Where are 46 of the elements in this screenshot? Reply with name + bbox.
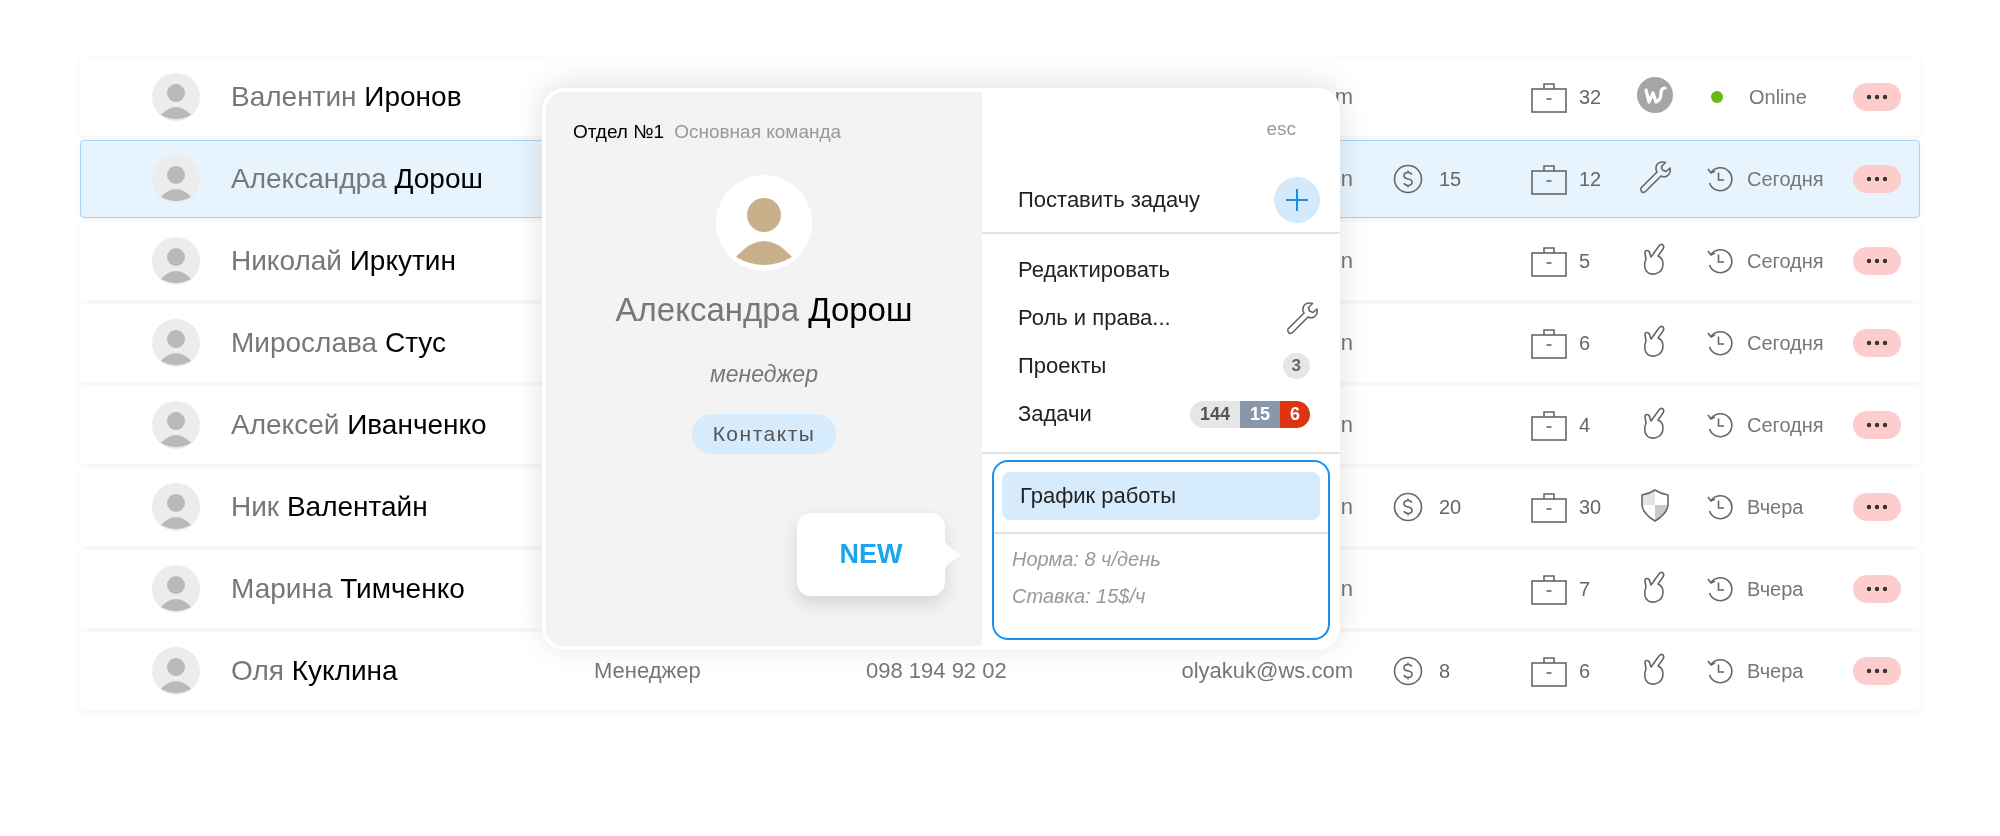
task-count-badge: 144	[1189, 400, 1240, 428]
status-text: Online	[1749, 85, 1807, 109]
project-count: 32	[1579, 85, 1602, 109]
status-text: Сегодня	[1747, 331, 1824, 355]
person-name: Оля Куклина	[231, 655, 398, 686]
email-text: n	[1340, 494, 1353, 519]
person-name: Марина Тимченко	[231, 573, 465, 604]
status-text: Вчера	[1747, 577, 1804, 601]
status-text: Вчера	[1747, 495, 1804, 519]
project-count: 5	[1579, 249, 1591, 273]
person-name: Александра Дорош	[615, 291, 913, 329]
email-text: n	[1340, 330, 1353, 355]
phone-text: 098 194 92 02	[866, 658, 1007, 683]
email-text: n	[1340, 248, 1353, 273]
email-text: n	[1340, 576, 1353, 601]
payment-count: 8	[1439, 659, 1451, 683]
person-name: Валентин Иронов	[231, 81, 462, 112]
status-text: Сегодня	[1747, 167, 1824, 191]
status-text: Сегодня	[1747, 413, 1824, 437]
task-count-badge: 15	[1239, 400, 1280, 428]
team-text: Основная команда	[674, 121, 842, 143]
payment-count: 15	[1439, 167, 1462, 191]
project-count: 12	[1579, 167, 1602, 191]
department-text: Отдел №1	[573, 121, 665, 143]
person-name: Алексей Иванченко	[231, 409, 487, 440]
project-count: 6	[1579, 659, 1591, 683]
project-count: 6	[1579, 331, 1591, 355]
person-name: Мирослава Стус	[231, 327, 446, 358]
project-count: 7	[1579, 577, 1591, 601]
email-text: n	[1340, 412, 1353, 437]
email-text: olyakuk@ws.com	[1181, 658, 1353, 683]
person-name: Ник Валентайн	[231, 491, 428, 522]
status-text: Вчера	[1747, 659, 1804, 683]
person-name: Александра Дорош	[231, 163, 483, 194]
project-count: 30	[1579, 495, 1602, 519]
email-text: n	[1340, 166, 1353, 191]
role-text: Менеджер	[594, 658, 701, 683]
schedule-detail: Ставка: 15$/ч	[1012, 585, 1147, 608]
project-count: 4	[1579, 413, 1591, 437]
count-badge: 3	[1282, 353, 1310, 379]
schedule-detail: Норма: 8 ч/день	[1012, 548, 1162, 571]
person-name: Николай Иркутин	[231, 245, 456, 276]
payment-count: 20	[1439, 495, 1462, 519]
status-text: Сегодня	[1747, 249, 1824, 273]
task-count-badge: 6	[1280, 400, 1310, 428]
role-text: менеджер	[710, 361, 818, 388]
